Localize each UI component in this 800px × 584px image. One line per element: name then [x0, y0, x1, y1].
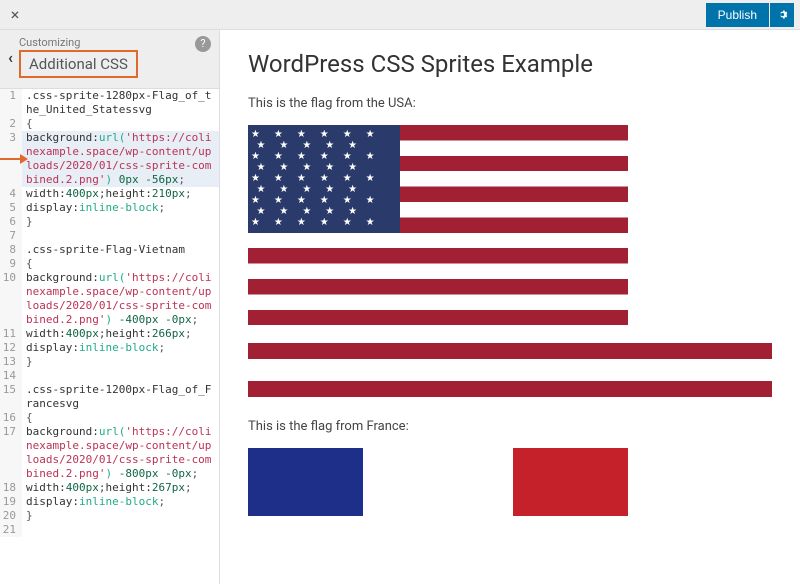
- code-line[interactable]: 20}: [0, 509, 219, 523]
- page-title: WordPress CSS Sprites Example: [248, 50, 772, 78]
- line-content[interactable]: .css-sprite-1280px-Flag_of_the_United_St…: [22, 89, 219, 117]
- code-line[interactable]: 3background:url('https://colinexample.sp…: [0, 131, 219, 187]
- code-line[interactable]: 4width:400px;height:210px;: [0, 187, 219, 201]
- code-line[interactable]: 12display:inline-block;: [0, 341, 219, 355]
- line-number: 12: [0, 341, 22, 355]
- line-number: 19: [0, 495, 22, 509]
- france-white: [363, 448, 513, 516]
- line-content[interactable]: background:url('https://colinexample.spa…: [22, 425, 219, 481]
- code-line[interactable]: 21: [0, 523, 219, 537]
- line-number: 9: [0, 257, 22, 271]
- line-content[interactable]: display:inline-block;: [22, 495, 219, 509]
- annotation-arrow-icon: [0, 152, 28, 166]
- line-content[interactable]: {: [22, 257, 219, 271]
- extra-stripes: [248, 343, 772, 397]
- code-line[interactable]: 18width:400px;height:267px;: [0, 481, 219, 495]
- line-number: 4: [0, 187, 22, 201]
- customizer-sidebar: ‹ Customizing Additional CSS ? 1.css-spr…: [0, 30, 220, 584]
- line-content[interactable]: width:400px;height:267px;: [22, 481, 219, 495]
- line-content[interactable]: }: [22, 509, 219, 523]
- line-content[interactable]: [22, 369, 219, 383]
- flag-usa-sprite: ★ ★ ★ ★ ★ ★ ★ ★ ★ ★ ★ ★ ★ ★ ★ ★ ★ ★ ★ ★ …: [248, 125, 628, 325]
- css-editor[interactable]: 1.css-sprite-1280px-Flag_of_the_United_S…: [0, 88, 219, 584]
- line-content[interactable]: [22, 523, 219, 537]
- flag-france-sprite: [248, 448, 628, 516]
- code-line[interactable]: 19display:inline-block;: [0, 495, 219, 509]
- line-number: 2: [0, 117, 22, 131]
- code-line[interactable]: 17background:url('https://colinexample.s…: [0, 425, 219, 481]
- line-number: 1: [0, 89, 22, 117]
- code-line[interactable]: 6}: [0, 215, 219, 229]
- usa-canton: ★ ★ ★ ★ ★ ★ ★ ★ ★ ★ ★ ★ ★ ★ ★ ★ ★ ★ ★ ★ …: [248, 125, 400, 233]
- france-caption: This is the flag from France:: [248, 419, 772, 434]
- line-content[interactable]: {: [22, 117, 219, 131]
- line-number: 21: [0, 523, 22, 537]
- line-number: 15: [0, 383, 22, 411]
- publish-settings-button[interactable]: [770, 3, 794, 27]
- line-content[interactable]: .css-sprite-Flag-Vietnam: [22, 243, 219, 257]
- line-number: 14: [0, 369, 22, 383]
- back-chevron-icon[interactable]: ‹: [8, 48, 13, 67]
- line-content[interactable]: {: [22, 411, 219, 425]
- line-content[interactable]: }: [22, 355, 219, 369]
- line-content[interactable]: [22, 229, 219, 243]
- code-line[interactable]: 1.css-sprite-1280px-Flag_of_the_United_S…: [0, 89, 219, 117]
- code-line[interactable]: 5display:inline-block;: [0, 201, 219, 215]
- line-content[interactable]: background:url('https://colinexample.spa…: [22, 271, 219, 327]
- line-number: 11: [0, 327, 22, 341]
- line-number: 10: [0, 271, 22, 327]
- site-preview: WordPress CSS Sprites Example This is th…: [220, 30, 800, 584]
- publish-button[interactable]: Publish: [706, 3, 769, 27]
- line-number: 8: [0, 243, 22, 257]
- code-line[interactable]: 15.css-sprite-1200px-Flag_of_Francesvg: [0, 383, 219, 411]
- line-content[interactable]: background:url('https://colinexample.spa…: [22, 131, 219, 187]
- help-icon[interactable]: ?: [195, 36, 211, 52]
- code-line[interactable]: 9{: [0, 257, 219, 271]
- france-blue: [248, 448, 363, 516]
- gear-icon: [776, 8, 789, 21]
- code-line[interactable]: 2{: [0, 117, 219, 131]
- line-number: 20: [0, 509, 22, 523]
- line-content[interactable]: .css-sprite-1200px-Flag_of_Francesvg: [22, 383, 219, 411]
- code-line[interactable]: 11width:400px;height:266px;: [0, 327, 219, 341]
- usa-caption: This is the flag from the USA:: [248, 96, 772, 111]
- code-line[interactable]: 7: [0, 229, 219, 243]
- stripe: [248, 381, 772, 397]
- line-content[interactable]: display:inline-block;: [22, 201, 219, 215]
- line-content[interactable]: width:400px;height:266px;: [22, 327, 219, 341]
- line-number: 16: [0, 411, 22, 425]
- line-number: 6: [0, 215, 22, 229]
- code-line[interactable]: 10background:url('https://colinexample.s…: [0, 271, 219, 327]
- code-line[interactable]: 13}: [0, 355, 219, 369]
- section-title: Additional CSS: [19, 50, 138, 78]
- stripe: [248, 343, 772, 359]
- line-number: 7: [0, 229, 22, 243]
- line-content[interactable]: }: [22, 215, 219, 229]
- line-number: 17: [0, 425, 22, 481]
- line-number: 13: [0, 355, 22, 369]
- france-red: [513, 448, 628, 516]
- customizing-label: Customizing: [19, 36, 211, 49]
- line-content[interactable]: width:400px;height:210px;: [22, 187, 219, 201]
- line-content[interactable]: display:inline-block;: [22, 341, 219, 355]
- line-number: 5: [0, 201, 22, 215]
- close-customizer[interactable]: ×: [0, 5, 30, 24]
- code-line[interactable]: 16{: [0, 411, 219, 425]
- line-number: 18: [0, 481, 22, 495]
- code-line[interactable]: 14: [0, 369, 219, 383]
- code-line[interactable]: 8.css-sprite-Flag-Vietnam: [0, 243, 219, 257]
